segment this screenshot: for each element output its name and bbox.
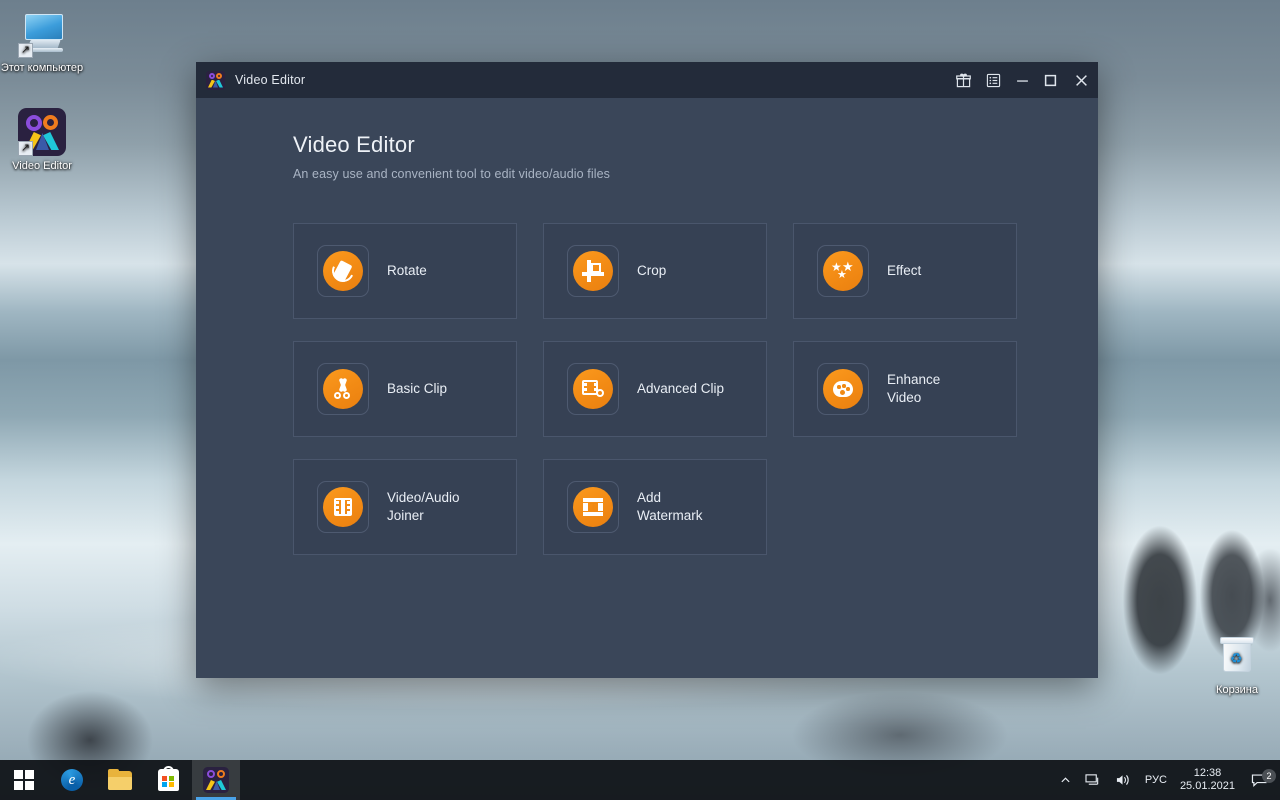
notification-count-badge: 2 — [1262, 769, 1276, 783]
maximize-button[interactable] — [1036, 62, 1064, 98]
card-video-audio-joiner[interactable]: Video/Audio Joiner — [293, 459, 517, 555]
show-hidden-icons-button[interactable] — [1053, 760, 1078, 800]
icon-frame — [317, 245, 369, 297]
card-crop[interactable]: Crop — [543, 223, 767, 319]
card-enhance-video[interactable]: Enhance Video — [793, 341, 1017, 437]
shortcut-arrow-icon: ↗ — [18, 43, 33, 58]
notifications-button[interactable]: 2 — [1245, 773, 1280, 788]
video-editor-logo-icon — [206, 71, 225, 90]
desktop-icon-recycle-bin[interactable]: ♻ Корзина — [1195, 632, 1279, 697]
volume-icon[interactable] — [1108, 760, 1138, 800]
video-editor-logo-icon: ↗ — [18, 108, 66, 156]
icon-frame — [317, 363, 369, 415]
card-advanced-clip[interactable]: Advanced Clip — [543, 341, 767, 437]
start-button[interactable] — [0, 760, 48, 800]
file-explorer-button[interactable] — [96, 760, 144, 800]
page-subtitle: An easy use and convenient tool to edit … — [293, 167, 1098, 181]
computer-icon: ↗ — [18, 10, 66, 58]
folder-icon — [108, 771, 132, 790]
desktop-icon-label: Этот компьютер — [0, 62, 84, 75]
shortcut-arrow-icon: ↗ — [18, 141, 33, 156]
store-bag-icon — [158, 769, 179, 791]
edge-button[interactable]: e — [48, 760, 96, 800]
card-label: Video/Audio Joiner — [387, 489, 460, 525]
window-title: Video Editor — [235, 73, 305, 87]
close-button[interactable] — [1064, 62, 1098, 98]
windows-logo-icon — [14, 770, 34, 790]
clock-date: 25.01.2021 — [1180, 780, 1235, 793]
microsoft-store-button[interactable] — [144, 760, 192, 800]
rotate-icon — [323, 251, 363, 291]
feature-card-grid: Rotate Crop ★ ★ ★ — [293, 223, 1005, 555]
palette-icon — [823, 369, 863, 409]
window-title-bar[interactable]: Video Editor — [196, 62, 1098, 98]
clock-time: 12:38 — [1180, 767, 1235, 780]
gift-icon[interactable] — [948, 62, 978, 98]
video-editor-taskbar-button[interactable] — [192, 760, 240, 800]
icon-frame — [817, 363, 869, 415]
card-label: Advanced Clip — [637, 380, 724, 398]
advanced-clip-icon — [573, 369, 613, 409]
icon-frame — [317, 481, 369, 533]
video-editor-logo-icon — [203, 767, 229, 793]
card-label: Basic Clip — [387, 380, 447, 398]
card-label: Add Watermark — [637, 489, 703, 525]
card-rotate[interactable]: Rotate — [293, 223, 517, 319]
language-indicator[interactable]: РУС — [1138, 760, 1174, 800]
card-label: Rotate — [387, 262, 427, 280]
icon-frame — [567, 363, 619, 415]
recycle-bin-icon: ♻ — [1213, 632, 1261, 680]
video-editor-window: Video Editor — [196, 62, 1098, 678]
card-label: Effect — [887, 262, 921, 280]
desktop-icon-this-pc[interactable]: ↗ Этот компьютер — [0, 10, 84, 75]
desktop-icon-label: Video Editor — [0, 160, 84, 173]
desktop-icon-video-editor[interactable]: ↗ Video Editor — [0, 108, 84, 173]
minimize-button[interactable] — [1008, 62, 1036, 98]
windows-taskbar: e — [0, 760, 1280, 800]
effect-stars-icon: ★ ★ ★ — [823, 251, 863, 291]
card-label: Enhance Video — [887, 371, 940, 407]
icon-frame: T — [567, 481, 619, 533]
clock[interactable]: 12:38 25.01.2021 — [1174, 767, 1245, 793]
menu-list-icon[interactable] — [978, 62, 1008, 98]
page-title: Video Editor — [293, 132, 1098, 158]
card-add-watermark[interactable]: T Add Watermark — [543, 459, 767, 555]
scissors-icon — [323, 369, 363, 409]
card-label: Crop — [637, 262, 666, 280]
system-tray: РУС 12:38 25.01.2021 2 — [1053, 760, 1280, 800]
edge-icon: e — [61, 769, 83, 791]
watermark-icon: T — [573, 487, 613, 527]
film-strip-icon — [323, 487, 363, 527]
icon-frame: ★ ★ ★ — [817, 245, 869, 297]
network-icon[interactable] — [1078, 760, 1108, 800]
window-content: Video Editor An easy use and convenient … — [196, 98, 1098, 678]
desktop-icon-label: Корзина — [1195, 684, 1279, 697]
card-basic-clip[interactable]: Basic Clip — [293, 341, 517, 437]
card-effect[interactable]: ★ ★ ★ Effect — [793, 223, 1017, 319]
icon-frame — [567, 245, 619, 297]
crop-icon — [573, 251, 613, 291]
